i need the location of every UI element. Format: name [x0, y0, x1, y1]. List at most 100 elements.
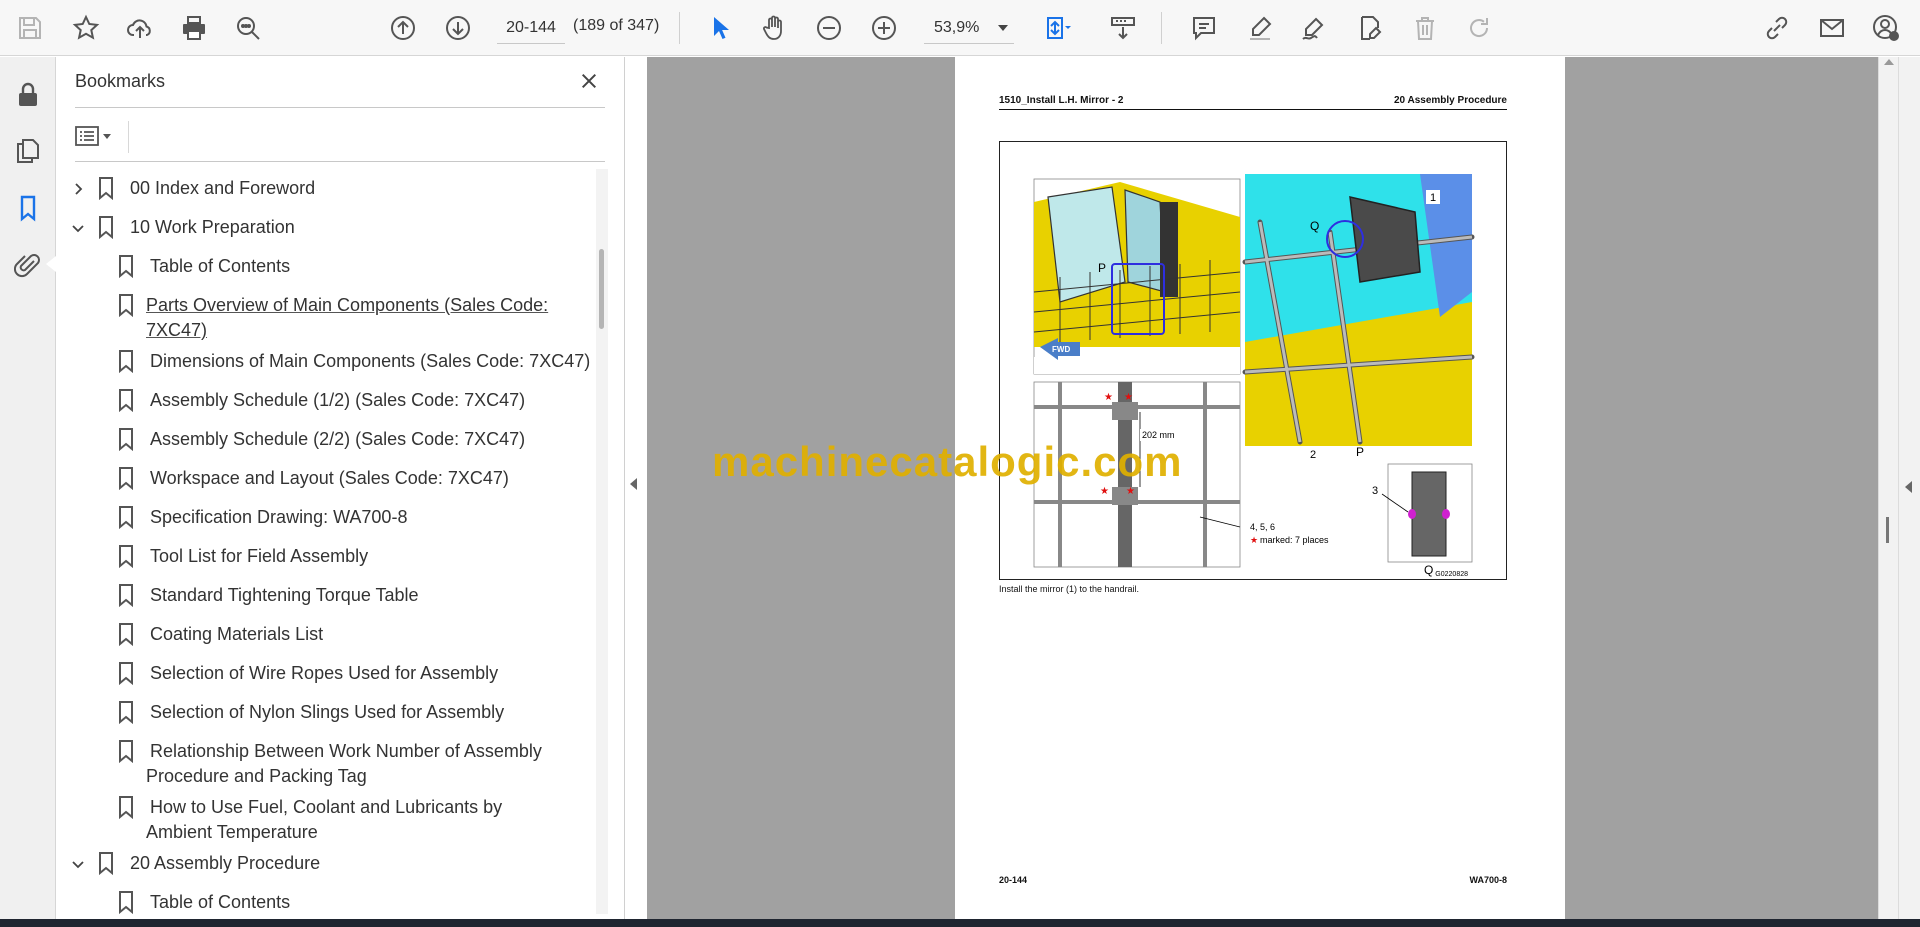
marked-note: marked: 7 places	[1260, 535, 1329, 545]
page-number-input[interactable]	[497, 12, 565, 44]
bookmark-label: Coating Materials List	[150, 624, 324, 644]
save-icon[interactable]	[10, 8, 50, 48]
bookmark-options-button[interactable]	[75, 121, 119, 151]
star-icon[interactable]	[66, 8, 106, 48]
bookmark-label: Workspace and Layout (Sales Code: 7XC47)	[150, 468, 509, 488]
svg-text:★: ★	[1124, 392, 1133, 403]
bookmark-label: Table of Contents	[150, 892, 291, 912]
navigation-rail	[0, 57, 56, 927]
bookmark-label: How to Use Fuel, Coolant and Lubricants …	[146, 797, 503, 842]
toolbar-divider	[1161, 12, 1162, 44]
bookmark-icon	[119, 891, 133, 914]
toolbar-divider	[679, 12, 680, 44]
lock-icon[interactable]	[10, 77, 46, 113]
panel-divider	[75, 107, 605, 108]
zoom-in-icon[interactable]	[864, 8, 904, 48]
header-rule	[999, 109, 1507, 110]
chevron-right-icon[interactable]	[68, 179, 88, 199]
bookmark-item[interactable]: Coating Materials List	[56, 615, 596, 653]
page-thumbnails-icon[interactable]	[10, 133, 46, 169]
scrollbar-thumb[interactable]	[1886, 517, 1889, 543]
bookmark-item[interactable]: Tool List for Field Assembly	[56, 537, 596, 575]
bookmark-item[interactable]: Parts Overview of Main Components (Sales…	[56, 286, 596, 342]
next-page-icon[interactable]	[438, 8, 478, 48]
bookmark-item[interactable]: Dimensions of Main Components (Sales Cod…	[56, 342, 596, 380]
bookmark-label: Table of Contents	[150, 256, 291, 276]
active-panel-pointer	[46, 256, 56, 272]
bookmark-item[interactable]: Selection of Nylon Slings Used for Assem…	[56, 693, 596, 731]
bookmark-item[interactable]: Selection of Wire Ropes Used for Assembl…	[56, 654, 596, 692]
bookmark-item[interactable]: Assembly Schedule (2/2) (Sales Code: 7XC…	[56, 420, 596, 458]
figure-code: G0220828	[1435, 571, 1468, 578]
bookmark-icon	[119, 740, 133, 763]
email-icon[interactable]	[1812, 8, 1852, 48]
account-icon[interactable]	[1866, 8, 1906, 48]
bookmarks-scrollbar[interactable]	[596, 169, 608, 914]
bookmark-item[interactable]: Relationship Between Work Number of Asse…	[56, 732, 596, 788]
scrollbar-thumb[interactable]	[599, 249, 604, 329]
chevron-down-icon	[998, 25, 1008, 31]
main-toolbar: (189 of 347) 53,9%	[0, 0, 1920, 56]
share-link-icon[interactable]	[1757, 8, 1797, 48]
bookmark-item[interactable]: 10 Work Preparation	[56, 208, 596, 246]
bookmark-item[interactable]: Table of Contents	[56, 247, 596, 285]
attachment-icon[interactable]	[10, 247, 46, 283]
label-q-bottom: Q	[1424, 563, 1433, 577]
document-viewport[interactable]: 1510_Install L.H. Mirror - 2 20 Assembly…	[647, 57, 1878, 919]
bookmark-panel-icon[interactable]	[10, 190, 46, 226]
bookmark-item[interactable]: 20 Assembly Procedure	[56, 844, 596, 882]
highlight-pen-icon[interactable]	[1240, 8, 1280, 48]
parts-note: 4, 5, 6	[1250, 522, 1275, 532]
bookmark-icon	[119, 294, 133, 317]
bookmark-label: Selection of Nylon Slings Used for Assem…	[150, 702, 505, 722]
bookmark-item[interactable]: Workspace and Layout (Sales Code: 7XC47)	[56, 459, 596, 497]
bookmark-item[interactable]: How to Use Fuel, Coolant and Lubricants …	[56, 788, 596, 844]
assembly-illustration: FWD P Q 1 2 P 202 mm ★ ★★ ★ 4, 5, 6 ★ ma…	[1033, 174, 1475, 578]
fit-page-icon[interactable]	[1037, 8, 1077, 48]
bookmark-label: 00 Index and Foreword	[130, 178, 316, 198]
page-header-left: 1510_Install L.H. Mirror - 2	[999, 95, 1124, 106]
document-scrollbar[interactable]	[1878, 57, 1898, 919]
fwd-label: FWD	[1052, 345, 1070, 354]
comment-icon[interactable]	[1184, 8, 1224, 48]
bookmark-icon	[119, 796, 133, 819]
bookmarks-title: Bookmarks	[75, 71, 166, 91]
collapse-panel-icon[interactable]	[630, 478, 637, 490]
bookmark-icon	[119, 623, 133, 646]
previous-page-icon[interactable]	[383, 8, 423, 48]
scroll-up-arrow-icon[interactable]	[1884, 59, 1894, 65]
bookmark-label: Selection of Wire Ropes Used for Assembl…	[150, 663, 499, 683]
detail-q-panel: 3 Q	[1372, 463, 1473, 577]
bookmark-item[interactable]: Assembly Schedule (1/2) (Sales Code: 7XC…	[56, 381, 596, 419]
print-icon[interactable]	[174, 8, 214, 48]
right-panel-toggle[interactable]	[1898, 57, 1920, 919]
bookmark-icon	[119, 662, 133, 685]
bookmark-item[interactable]: 00 Index and Foreword	[56, 169, 596, 207]
bookmark-item[interactable]: Table of Contents	[56, 883, 596, 919]
bookmarks-panel: Bookmarks 00 Index and Foreword 10 Work …	[56, 57, 625, 919]
bookmark-icon	[119, 255, 133, 278]
redo-icon[interactable]	[1459, 8, 1499, 48]
delete-icon[interactable]	[1405, 8, 1445, 48]
zoom-level-dropdown[interactable]: 53,9%	[924, 12, 1014, 44]
search-zoom-icon[interactable]	[228, 8, 268, 48]
chevron-down-icon[interactable]	[68, 218, 88, 238]
edit-document-icon[interactable]	[1350, 8, 1390, 48]
chevron-down-icon[interactable]	[68, 854, 88, 874]
upload-cloud-icon[interactable]	[120, 8, 160, 48]
scroll-mode-icon[interactable]	[1103, 8, 1143, 48]
bookmark-icon	[119, 389, 133, 412]
draw-signature-icon[interactable]	[1294, 8, 1334, 48]
bookmark-label: Specification Drawing: WA700-8	[150, 507, 408, 527]
hand-tool-icon[interactable]	[754, 8, 794, 48]
zoom-out-icon[interactable]	[809, 8, 849, 48]
cab-view-panel: FWD P	[1033, 178, 1241, 375]
select-cursor-icon[interactable]	[700, 8, 740, 48]
expand-panel-icon[interactable]	[1905, 481, 1912, 493]
label-p-top: P	[1098, 261, 1106, 275]
bookmark-item[interactable]: Specification Drawing: WA700-8	[56, 498, 596, 536]
bookmark-item[interactable]: Standard Tightening Torque Table	[56, 576, 596, 614]
bookmark-label: Tool List for Field Assembly	[150, 546, 369, 566]
bookmark-icon	[99, 177, 113, 200]
close-icon[interactable]	[575, 67, 603, 95]
